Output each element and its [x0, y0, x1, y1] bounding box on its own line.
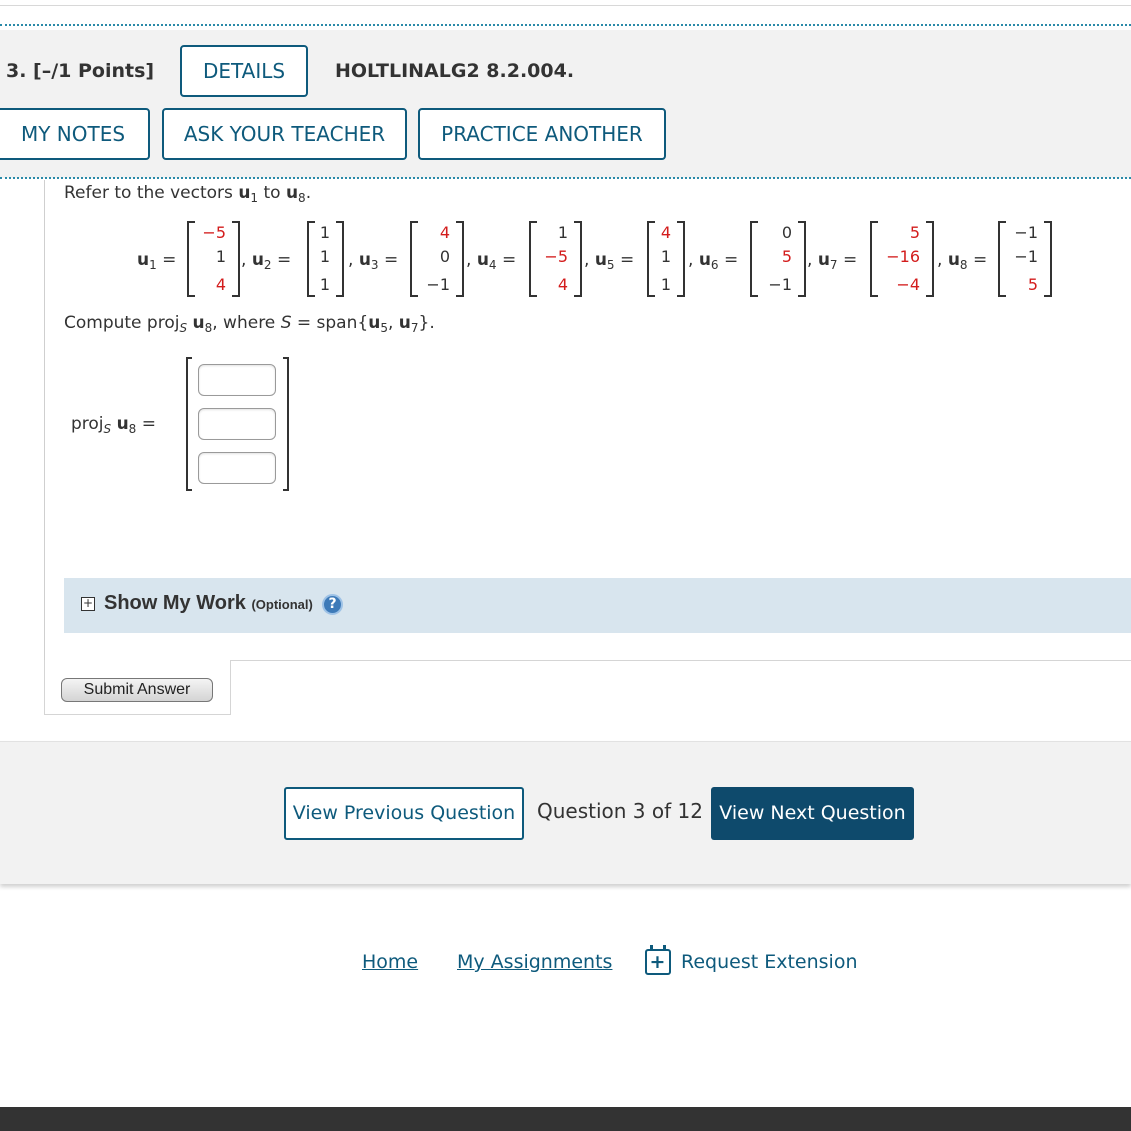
- vector-entry: 4: [660, 223, 671, 242]
- question-footer-divider: [230, 660, 1131, 661]
- dotted-divider-bottom: [0, 177, 1131, 179]
- vector-matrix-u7: 5 −16 −4: [870, 221, 934, 297]
- dotted-divider-top: [0, 24, 1131, 26]
- vector-entry: −1: [426, 275, 450, 294]
- vector-matrix-u6: 0 5 −1: [750, 221, 806, 297]
- vector-label-u1: u1 =: [137, 250, 177, 272]
- intro-text: Refer to the vectors u1 to u8.: [64, 183, 312, 205]
- my-assignments-link[interactable]: My Assignments: [457, 951, 612, 973]
- show-my-work-panel[interactable]: + Show My Work (Optional) ?: [64, 578, 1131, 633]
- vector-entry: 1: [319, 247, 330, 266]
- submit-answer-button[interactable]: Submit Answer: [61, 678, 213, 702]
- vector-entry: −1: [1014, 247, 1038, 266]
- vector-entry: −5: [202, 223, 226, 242]
- top-divider: [0, 5, 1131, 6]
- details-button[interactable]: DETAILS: [180, 45, 308, 97]
- my-notes-button[interactable]: MY NOTES: [0, 108, 150, 160]
- view-next-question-button[interactable]: View Next Question: [711, 787, 914, 840]
- view-previous-question-button[interactable]: View Previous Question: [284, 787, 524, 840]
- vector-entry: 4: [215, 275, 226, 294]
- question-code: HOLTLINALG2 8.2.004.: [335, 60, 575, 82]
- page-footer: [0, 1107, 1131, 1131]
- vector-entry: 0: [439, 247, 450, 266]
- vector-label-u3: , u3 =: [348, 250, 399, 272]
- answer-input-3[interactable]: [198, 452, 276, 484]
- vector-label-u7: , u7 =: [807, 250, 858, 272]
- vector-entry: −1: [768, 275, 792, 294]
- vector-entry: −16: [886, 247, 920, 266]
- vector-entry: 1: [660, 275, 671, 294]
- answer-input-2[interactable]: [198, 408, 276, 440]
- show-my-work-title[interactable]: Show My Work (Optional): [104, 592, 313, 615]
- practice-another-button[interactable]: PRACTICE ANOTHER: [418, 108, 666, 160]
- vector-label-u6: , u6 =: [688, 250, 739, 272]
- vector-label-u2: , u2 =: [241, 250, 292, 272]
- vector-entry: 0: [781, 223, 792, 242]
- vector-entry: 1: [557, 223, 568, 242]
- answer-matrix: [186, 357, 289, 491]
- vector-entry: 5: [909, 223, 920, 242]
- vector-label-u5: , u5 =: [584, 250, 635, 272]
- vector-matrix-u3: 4 0 −1: [410, 221, 464, 297]
- question-counter: Question 3 of 12: [537, 799, 703, 823]
- expand-plus-icon[interactable]: +: [81, 597, 95, 611]
- vector-matrix-u2: 1 1 1: [307, 221, 344, 297]
- vector-entry: 1: [319, 275, 330, 294]
- vector-entry: 1: [215, 247, 226, 266]
- ask-your-teacher-button[interactable]: ASK YOUR TEACHER: [162, 108, 407, 160]
- vector-matrix-u4: 1 −5 4: [529, 221, 582, 297]
- request-extension-link[interactable]: Request Extension: [681, 951, 858, 973]
- vector-matrix-u8: −1 −1 5: [998, 221, 1052, 297]
- vector-matrix-u5: 4 1 1: [647, 221, 685, 297]
- vector-entry: 1: [660, 247, 671, 266]
- projection-label: projS u8 =: [71, 414, 156, 436]
- vector-entry: 5: [1027, 275, 1038, 294]
- vector-matrix-u1: −5 1 4: [187, 221, 240, 297]
- home-link[interactable]: Home: [362, 951, 418, 973]
- vector-entry: −4: [896, 275, 920, 294]
- vector-entry: 4: [439, 223, 450, 242]
- vector-label-u4: , u4 =: [466, 250, 517, 272]
- vector-entry: −5: [544, 247, 568, 266]
- vector-entry: −1: [1014, 223, 1038, 242]
- vector-label-u8: , u8 =: [937, 250, 988, 272]
- compute-text: Compute projS u8, where S = span{u5, u7}…: [64, 313, 435, 335]
- answer-input-1[interactable]: [198, 364, 276, 396]
- question-navigation: View Previous Question Question 3 of 12 …: [0, 741, 1131, 884]
- vector-entry: 4: [557, 275, 568, 294]
- vector-entry: 5: [781, 247, 792, 266]
- help-icon[interactable]: ?: [322, 594, 343, 615]
- vector-entry: 1: [319, 223, 330, 242]
- calendar-plus-icon[interactable]: +: [645, 945, 671, 975]
- question-number-points: 3. [–/1 Points]: [6, 60, 155, 82]
